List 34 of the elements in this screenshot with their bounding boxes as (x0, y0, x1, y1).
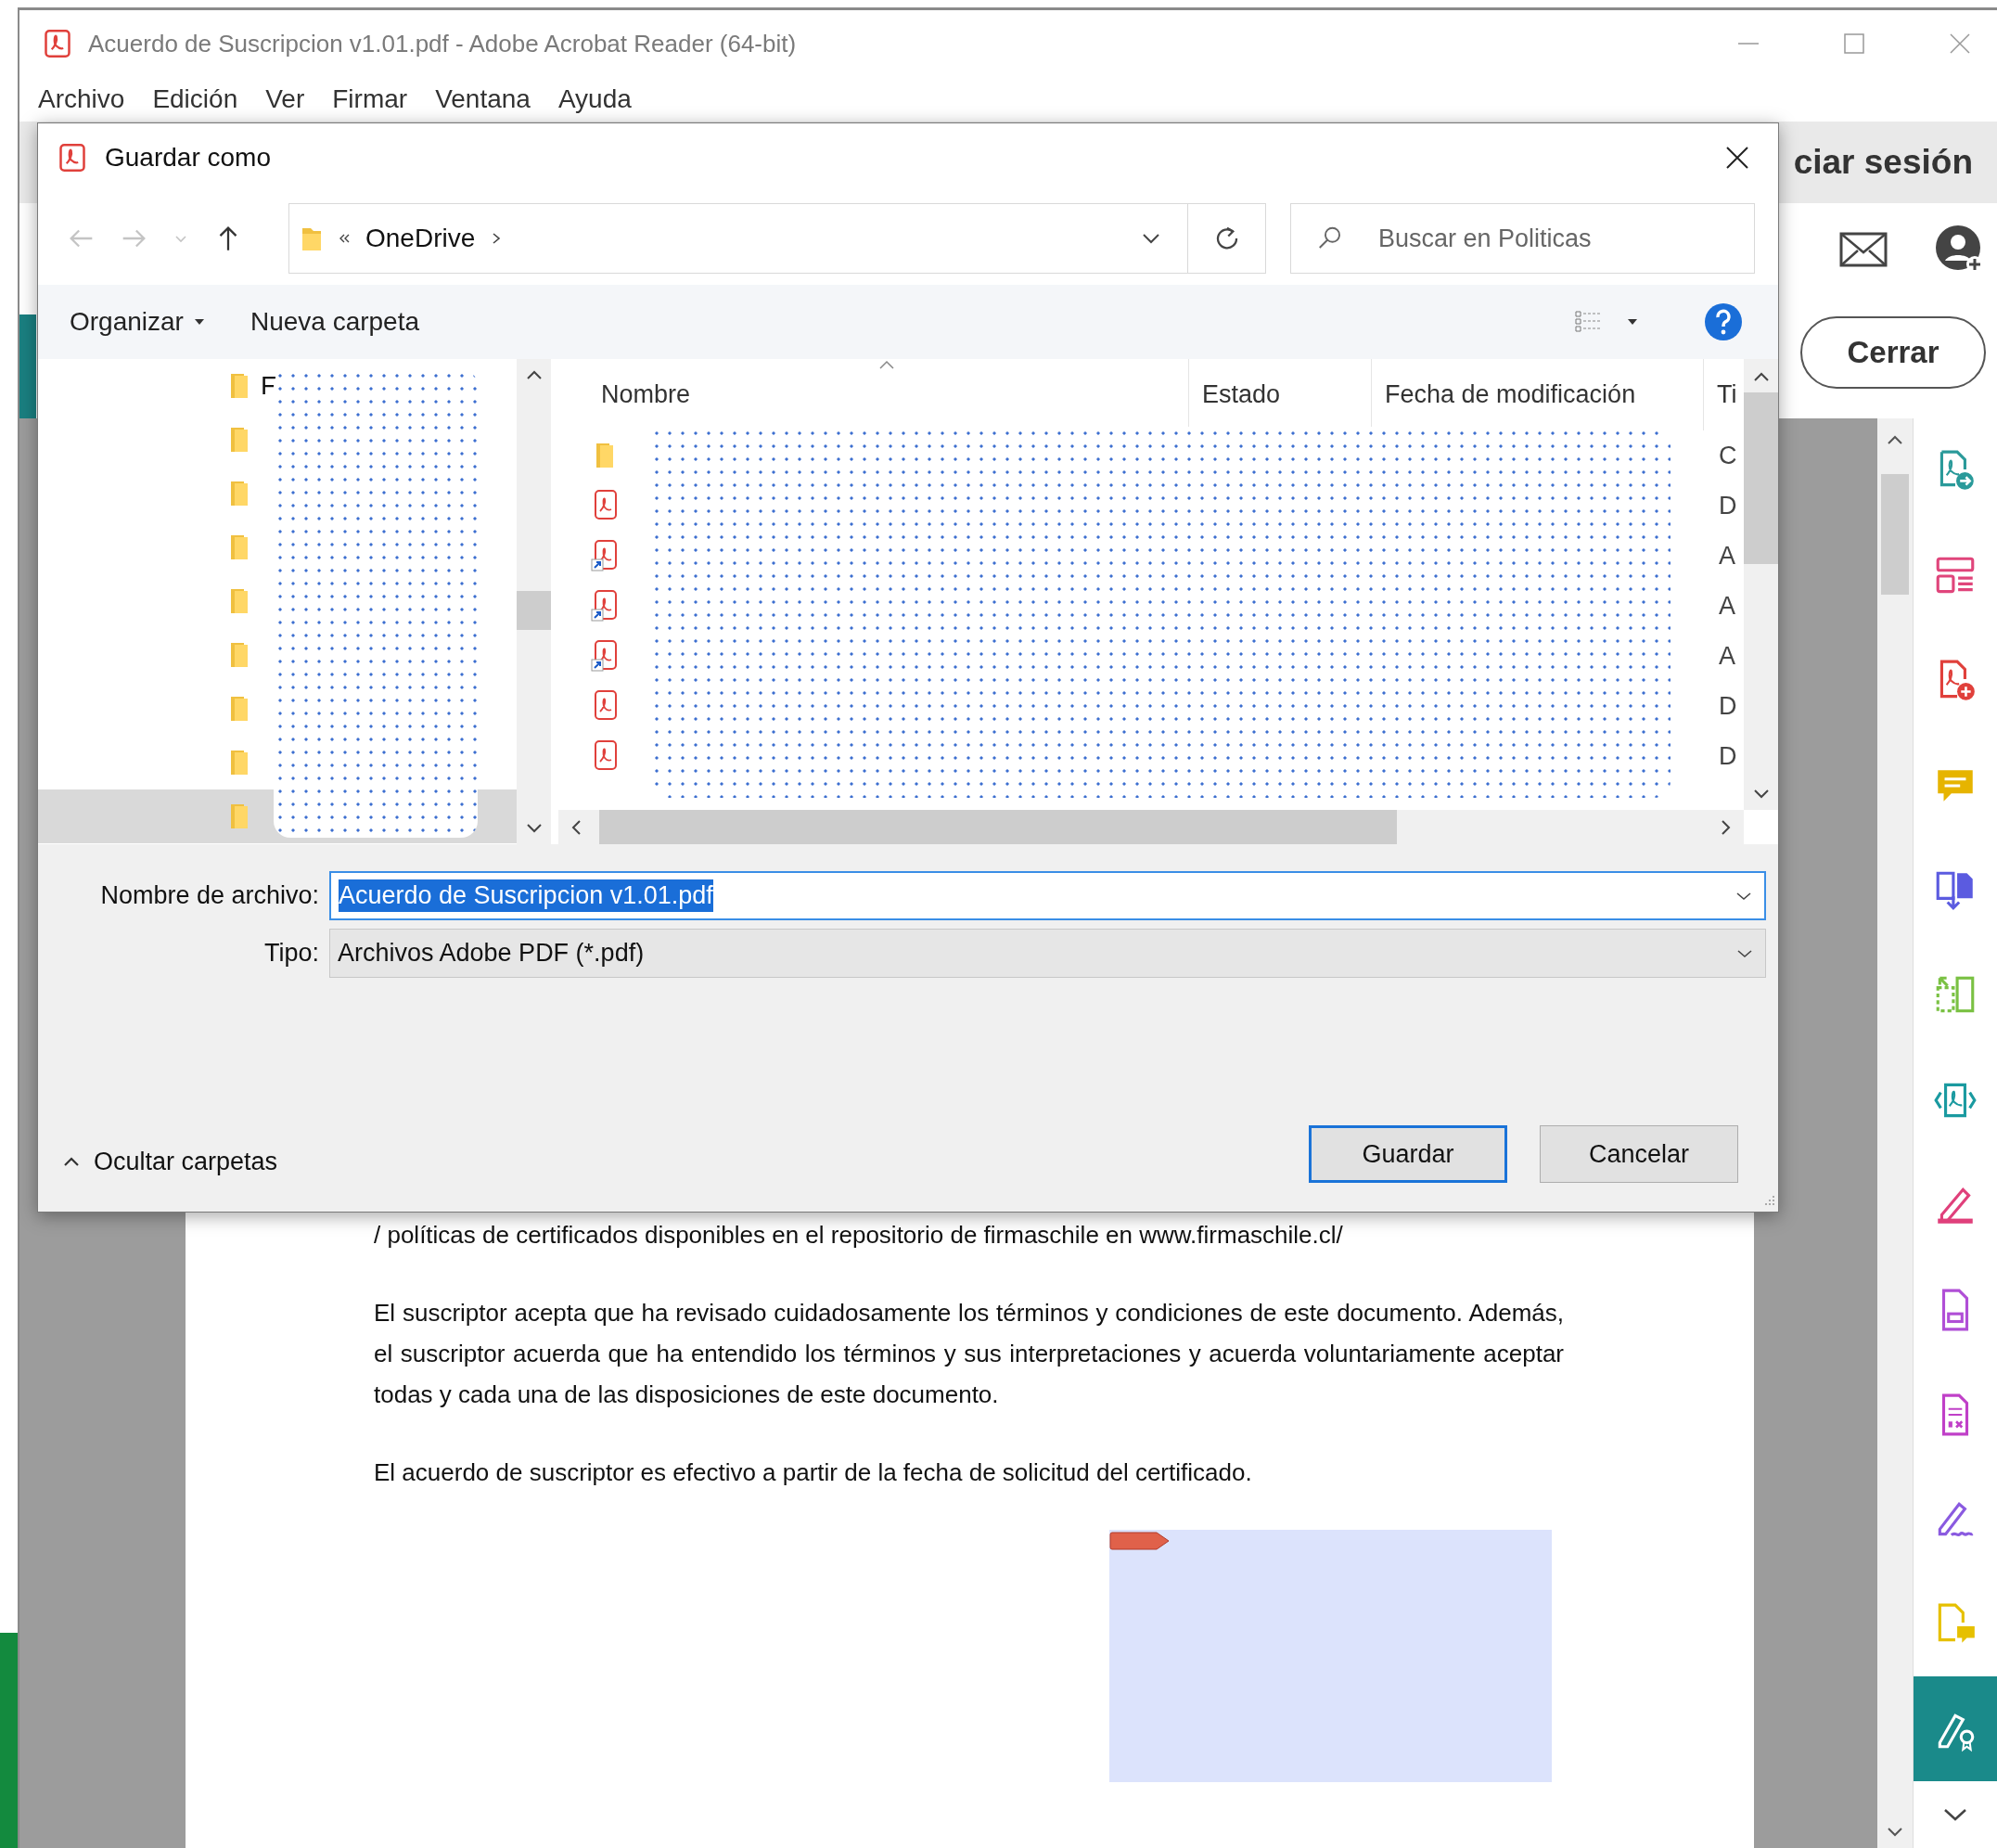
menu-item[interactable]: Edición (152, 84, 238, 114)
folder-tree-item[interactable]: F (38, 359, 517, 413)
paragraph: El acuerdo de suscriptor es efectivo a partir de la fecha de solicitud del certificado. (374, 1457, 1253, 1488)
table-cell: C (1719, 441, 1737, 470)
menu-item[interactable]: Firmar (332, 84, 408, 114)
new-folder-button[interactable]: Nueva carpeta (246, 302, 424, 342)
menu-item[interactable]: Ventana (435, 84, 531, 114)
close-button[interactable]: Cerrar (1800, 316, 1986, 389)
hide-folders-button[interactable]: Ocultar carpetas (57, 1146, 284, 1177)
cancel-button[interactable]: Cancelar (1540, 1125, 1738, 1183)
organize-menu[interactable]: Organizar (66, 302, 210, 342)
paragraph: El suscriptor acepta que ha revisado cuidadosamente los términos y condiciones de este documento. Además, el suscriptor acuerda que ha entendido los términos y sus interpretaciones y acuerda voluntariamente aceptar todas y cada una de las disposiciones de este documento. (374, 1298, 1564, 1410)
field-label: Tipo: (262, 939, 319, 968)
table-cell: A (1719, 541, 1735, 571)
column-header[interactable]: Ti (1704, 359, 1743, 430)
table-cell: A (1719, 591, 1735, 621)
table-cell: D (1719, 741, 1737, 771)
breadcrumb[interactable]: OneDrive (365, 224, 476, 253)
menu-item[interactable]: Ayuda (557, 84, 632, 114)
table-cell: D (1719, 491, 1737, 520)
address-bar[interactable]: OneDrive (288, 203, 1188, 274)
table-cell: A (1719, 641, 1735, 671)
dialog-title: Guardar como (105, 143, 271, 173)
table-cell: D (1719, 691, 1737, 721)
file-name-field[interactable]: Acuerdo de Suscripcion v1.01.pdf (329, 871, 1766, 920)
menu-item[interactable]: Ver (265, 84, 305, 114)
sign-in-link[interactable]: ciar sesión (1793, 143, 1973, 182)
file-type-dropdown[interactable]: Archivos Adobe PDF (*.pdf) (329, 929, 1766, 978)
paragraph: / políticas de certificados disponibles en el repositorio de firmaschile en www.firmaschile.cl/ (374, 1220, 1344, 1251)
search-field[interactable]: Buscar en Politicas (1290, 203, 1755, 274)
field-label: Nombre de archivo: (99, 881, 319, 910)
save-button[interactable]: Guardar (1309, 1125, 1507, 1183)
window-title: Acuerdo de Suscripcion v1.01.pdf - Adobe Acrobat Reader (64-bit) (88, 29, 797, 58)
menu-item[interactable]: Archivo (38, 84, 125, 114)
